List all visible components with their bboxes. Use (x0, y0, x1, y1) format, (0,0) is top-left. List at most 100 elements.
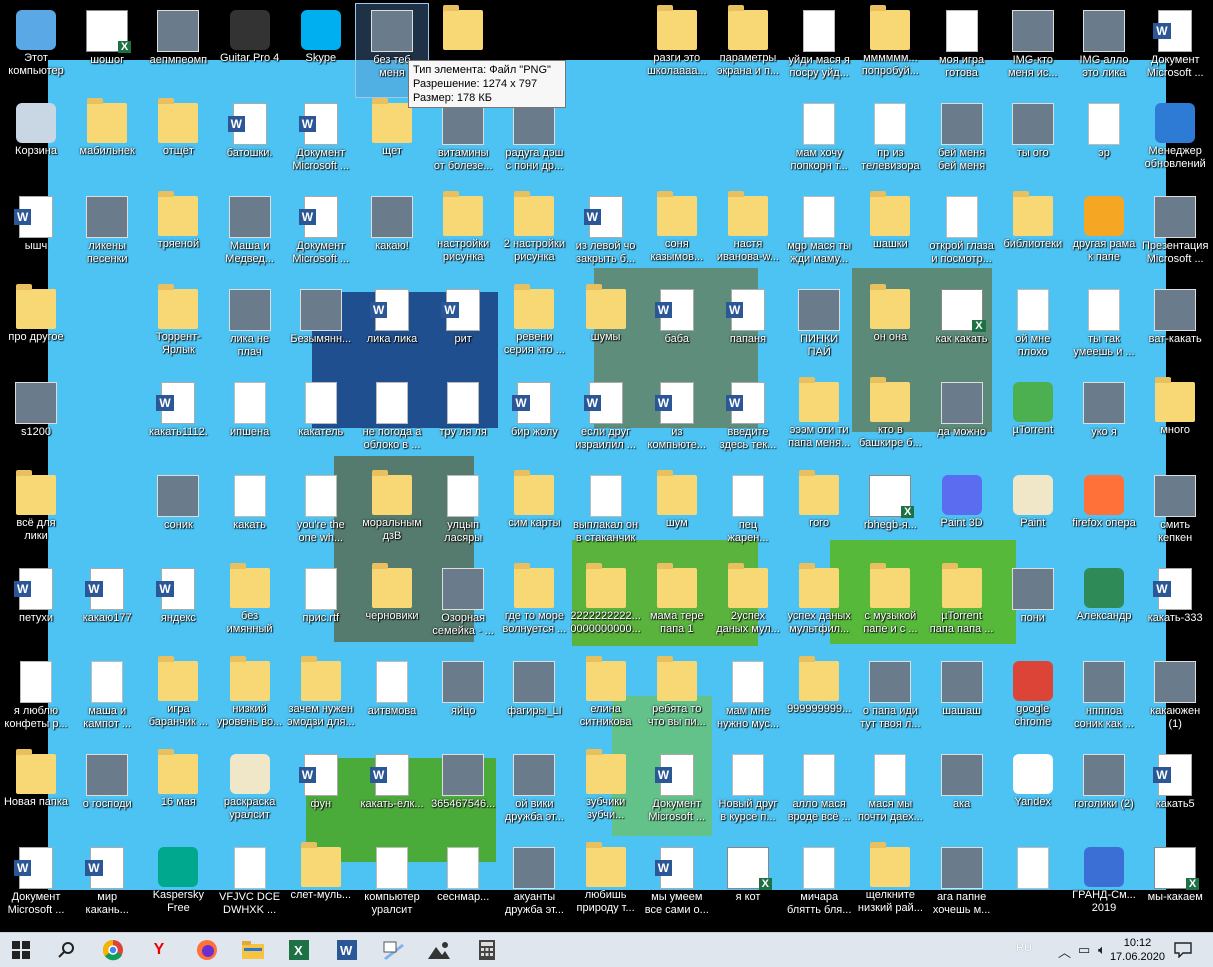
desktop-icon[interactable]: пр из телевизора (854, 97, 926, 190)
taskbar-chrome[interactable] (100, 937, 126, 963)
tray-chevron-up-icon[interactable]: ︿ (1058, 942, 1071, 961)
desktop-icon[interactable]: какаю177 (71, 562, 143, 655)
desktop-icon[interactable]: µTorrent (997, 376, 1069, 469)
desktop-icon[interactable]: любишь природу т... (570, 841, 642, 932)
desktop-icon[interactable]: s1200 (0, 376, 72, 469)
desktop-icon[interactable]: ПИНКИ ПАЙ (783, 283, 855, 376)
desktop-icon[interactable]: ты ого (997, 97, 1069, 190)
desktop-icon[interactable]: ышч (0, 190, 72, 283)
desktop-icon[interactable]: он она (854, 283, 926, 376)
desktop-icon[interactable]: мgр мася ты жди маму... (783, 190, 855, 283)
desktop-icon[interactable]: 999999999... (783, 655, 855, 748)
desktop-icon[interactable]: радуга дэш с пони др... (498, 97, 570, 190)
desktop-icon[interactable]: пец жарен... (712, 469, 784, 562)
desktop-icon[interactable]: 2успех даных мул... (712, 562, 784, 655)
desktop-icon[interactable]: всё для лики (0, 469, 72, 562)
desktop-icon[interactable]: раскраска уралсит (214, 748, 286, 841)
desktop-icon[interactable]: эр (1068, 97, 1140, 190)
desktop-icon[interactable]: улцып ласяры (427, 469, 499, 562)
desktop-icon[interactable]: да можно (926, 376, 998, 469)
desktop-icon[interactable]: шашаш (926, 655, 998, 748)
desktop-icon[interactable]: какать-333 (1139, 562, 1211, 655)
desktop-icon[interactable]: из компьюте... (641, 376, 713, 469)
desktop-icon[interactable]: гоголики (2) (1068, 748, 1140, 841)
desktop-icon[interactable]: гого (783, 469, 855, 562)
desktop-icon[interactable]: IMG алло это лика (1068, 4, 1140, 97)
desktop-icon[interactable]: моральным дзВ (356, 469, 428, 562)
desktop-icon[interactable]: мабильнек (71, 97, 143, 190)
desktop-icon[interactable]: о господи (71, 748, 143, 841)
desktop-icon[interactable]: ой вики дружба эт... (498, 748, 570, 841)
desktop-icon[interactable]: игра баранчик ... (142, 655, 214, 748)
desktop-icon[interactable]: мама тере папа 1 (641, 562, 713, 655)
desktop-icon[interactable]: Корзина (0, 97, 72, 190)
desktop-icon[interactable]: Skype (285, 4, 357, 97)
desktop-icon[interactable]: мам мне нужно мус... (712, 655, 784, 748)
desktop-icon[interactable]: Презентация Microsoft ... (1139, 190, 1211, 283)
desktop-icon[interactable]: 16 мая (142, 748, 214, 841)
desktop-icon[interactable]: другая рама к папе (1068, 190, 1140, 283)
desktop-icon[interactable]: зачем нужен эмодзи для... (285, 655, 357, 748)
desktop-icon[interactable] (997, 841, 1069, 932)
desktop-icon[interactable]: параметры экрана и п... (712, 4, 784, 97)
desktop-icon[interactable]: соня казымов... (641, 190, 713, 283)
desktop-icon[interactable]: IMG-кто меня ис... (997, 4, 1069, 97)
desktop-icon[interactable]: Документ Microsoft ... (285, 190, 357, 283)
desktop-icon[interactable]: уйди мася я посру уйд... (783, 4, 855, 97)
desktop-icon[interactable]: нпппоа соник как ... (1068, 655, 1140, 748)
taskbar-excel[interactable]: X (286, 937, 312, 963)
desktop-icon[interactable]: ват-какать (1139, 283, 1211, 376)
desktop-icon[interactable]: Новый друг в курсе п... (712, 748, 784, 841)
desktop-icon[interactable]: отщёт (142, 97, 214, 190)
desktop[interactable]: Этот компьютер шошог аепмпеомп Guitar Pro 4… (0, 0, 1213, 932)
desktop-icon[interactable]: Документ Microsoft ... (285, 97, 357, 190)
desktop-icon[interactable]: firefox опера (1068, 469, 1140, 562)
desktop-icon[interactable]: как какать (926, 283, 998, 376)
desktop-icon[interactable]: ребята то что вы пи... (641, 655, 713, 748)
desktop-icon[interactable]: компьютер уралсит (356, 841, 428, 932)
desktop-icon[interactable]: Этот компьютер (0, 4, 72, 97)
desktop-icon[interactable]: витамины от болезе... (427, 97, 499, 190)
taskbar-firefox[interactable] (194, 937, 220, 963)
taskbar-word[interactable]: W (334, 937, 360, 963)
desktop-icon[interactable]: какатель (285, 376, 357, 469)
desktop-icon[interactable]: Безымянн... (285, 283, 357, 376)
language-indicator[interactable]: RU (1016, 942, 1032, 954)
desktop-icon[interactable]: какаюжен (1) (1139, 655, 1211, 748)
taskbar-yandex[interactable]: Y (146, 937, 172, 963)
desktop-icon[interactable]: сеснмар... (427, 841, 499, 932)
desktop-icon[interactable]: Маша и Медвед... (214, 190, 286, 283)
desktop-icon[interactable]: Yandex (997, 748, 1069, 841)
desktop-icon[interactable]: какать5 (1139, 748, 1211, 841)
desktop-icon[interactable]: черновики (356, 562, 428, 655)
desktop-icon[interactable]: бир жолу (498, 376, 570, 469)
desktop-icon[interactable]: пони (997, 562, 1069, 655)
desktop-icon[interactable]: тру ля ля (427, 376, 499, 469)
desktop-icon[interactable]: моя игра готова (926, 4, 998, 97)
desktop-icon[interactable]: ака (926, 748, 998, 841)
desktop-icon[interactable]: ага папне хочешь м... (926, 841, 998, 932)
desktop-icon[interactable]: Paint (997, 469, 1069, 562)
desktop-icon[interactable]: про другое (0, 283, 72, 376)
desktop-icon[interactable]: петухи (0, 562, 72, 655)
desktop-icon[interactable]: фун (285, 748, 357, 841)
desktop-icon[interactable]: мммммм... попробуй... (854, 4, 926, 97)
desktop-icon[interactable]: папаня (712, 283, 784, 376)
desktop-icon[interactable]: алло мася вроде всё ... (783, 748, 855, 841)
desktop-icon[interactable]: слет-муль... (285, 841, 357, 932)
desktop-icon[interactable]: шошог (71, 4, 143, 97)
desktop-icon[interactable]: ипшена (214, 376, 286, 469)
desktop-icon[interactable]: ты так умеешь и ... (1068, 283, 1140, 376)
desktop-icon[interactable]: лика лика (356, 283, 428, 376)
desktop-icon[interactable]: соник (142, 469, 214, 562)
desktop-icon[interactable]: щелкните низкий рай... (854, 841, 926, 932)
desktop-icon[interactable]: шум (641, 469, 713, 562)
desktop-icon[interactable]: без имянный (214, 562, 286, 655)
desktop-icon[interactable]: библиотеки (997, 190, 1069, 283)
taskbar-clock[interactable]: 10:12 17.06.2020 (1110, 936, 1165, 964)
desktop-icon[interactable]: не погода а облоко в ... (356, 376, 428, 469)
desktop-icon[interactable]: уко я (1068, 376, 1140, 469)
desktop-icon[interactable]: Документ Microsoft ... (0, 841, 72, 932)
desktop-icon[interactable]: Guitar Pro 4 (214, 4, 286, 97)
desktop-icon[interactable]: ревени серия кто ... (498, 283, 570, 376)
